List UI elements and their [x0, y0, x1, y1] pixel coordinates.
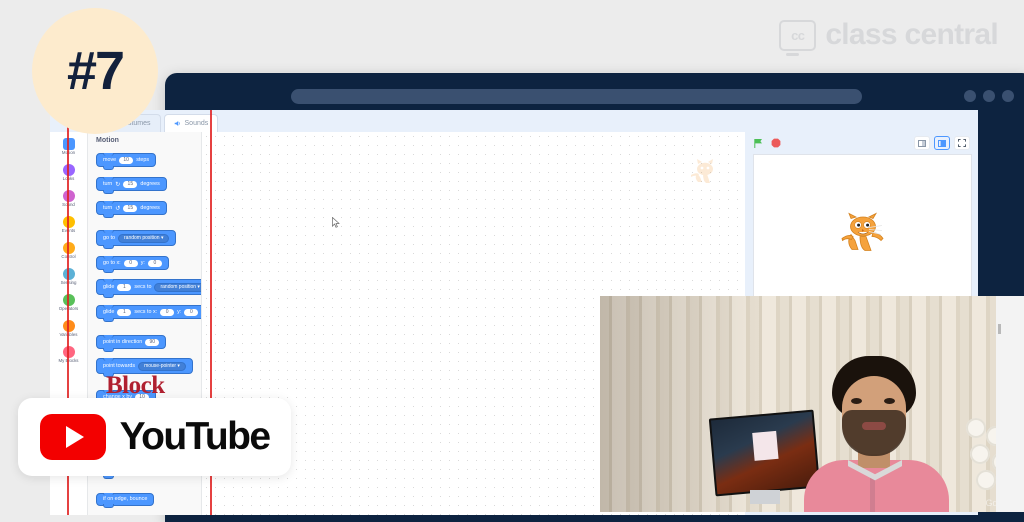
block-label: glide [103, 284, 115, 290]
block-label: degrees [140, 181, 160, 187]
block-number-input[interactable]: 15 [123, 180, 138, 188]
edge-nub [998, 324, 1001, 334]
tab-sounds-label: Sounds [184, 120, 209, 127]
window-controls[interactable] [964, 90, 1014, 102]
presenter-eye-right [884, 398, 895, 404]
block-number-input[interactable]: 0 [123, 259, 138, 267]
class-central-logo: cc class central [779, 18, 999, 56]
palette-block[interactable]: move 10 steps [96, 153, 157, 170]
block-label: y: [140, 260, 145, 266]
scratch-cat-sprite[interactable] [840, 212, 886, 261]
block-dropdown[interactable]: random position ▾ [154, 282, 201, 292]
block-label: point towards [103, 363, 136, 369]
rotation-icon: ↻ [115, 181, 121, 188]
editor-tabbar: Costumes Sounds [50, 110, 978, 132]
block-label: secs to x: [134, 309, 158, 315]
class-central-wordmark: class central [825, 18, 998, 51]
stage-controls [745, 132, 978, 154]
stage-canvas[interactable] [753, 154, 972, 319]
large-stage-button[interactable] [934, 136, 950, 150]
block-label: turn [103, 181, 113, 187]
window-dot-3[interactable] [1002, 90, 1014, 102]
episode-number-badge: #7 [32, 8, 158, 134]
block-dropdown[interactable]: random position ▾ [118, 233, 170, 243]
block-label: if on edge, bounce [103, 496, 148, 502]
block-dropdown[interactable]: mouse-pointer ▾ [138, 361, 186, 371]
block-number-input[interactable]: 0 [147, 259, 162, 267]
episode-number-text: #7 [66, 41, 125, 101]
presenter-beard [842, 410, 906, 456]
block-label: move [103, 157, 117, 163]
block-number-input[interactable]: 0 [184, 308, 199, 316]
block-number-input[interactable]: 90 [145, 338, 160, 346]
palette-block[interactable]: turn ↻ 15 degrees [96, 177, 167, 194]
play-triangle-icon [66, 426, 85, 448]
palette-heading: Motion [96, 137, 119, 144]
block-number-input[interactable]: 0 [160, 308, 175, 316]
block-label: steps [136, 157, 150, 163]
cc-mark-icon: cc [779, 19, 817, 56]
block-label: glide [103, 309, 115, 315]
youtube-badge[interactable]: YouTube [18, 398, 291, 476]
block-label: point in direction [103, 339, 143, 345]
fullscreen-button[interactable] [954, 136, 970, 150]
youtube-play-icon [39, 414, 106, 460]
mouse-cursor-icon [332, 217, 340, 228]
stage-size-buttons[interactable] [914, 136, 970, 150]
webcam-right-edge [996, 296, 1024, 512]
palette-block[interactable]: go to x: 0 y: 0 [96, 256, 169, 273]
cc-mark-text: cc [791, 27, 805, 43]
palette-block[interactable]: if on edge, bounce [96, 492, 155, 508]
monitor-note [752, 430, 779, 461]
window-dot-2[interactable] [983, 90, 995, 102]
presenter [796, 356, 956, 512]
palette-block[interactable]: point in direction 90 [96, 335, 167, 352]
small-stage-button[interactable] [914, 136, 930, 150]
block-label: degrees [140, 205, 160, 211]
window-dot-1[interactable] [964, 90, 976, 102]
monitor-stand [750, 490, 780, 504]
block-label: go to x: [103, 260, 121, 266]
shirt-placket [870, 476, 875, 512]
stop-sign-icon[interactable] [771, 138, 781, 148]
green-flag-icon[interactable] [753, 138, 764, 149]
block-number-input[interactable]: 1 [117, 308, 132, 316]
presenter-mouth [862, 422, 886, 430]
page-root: cc class central Costumes Sounds My Bloc… [0, 0, 1024, 522]
webcam-overlay: Gdetwy [600, 296, 1024, 512]
youtube-wordmark: YouTube [119, 415, 271, 458]
block-number-input[interactable]: 15 [123, 204, 138, 212]
presenter-eye-left [851, 398, 862, 404]
block-label: y: [177, 309, 182, 315]
palette-block[interactable]: glide 1 secs to random position ▾ [96, 279, 201, 298]
block-label: secs to [134, 284, 152, 290]
sound-icon [174, 121, 180, 126]
palette-block[interactable]: go to random position ▾ [96, 230, 177, 249]
annotation-block-text: Block [106, 372, 165, 399]
scratch-cat-watermark [689, 158, 719, 193]
rotation-icon: ↺ [115, 205, 121, 212]
url-bar[interactable] [291, 89, 862, 104]
block-number-input[interactable]: 10 [119, 156, 134, 164]
block-number-input[interactable]: 1 [117, 283, 132, 291]
palette-block[interactable]: glide 1 secs to x: 0 y: 0 [96, 305, 201, 322]
palette-block[interactable]: turn ↺ 15 degrees [96, 201, 167, 218]
block-label: turn [103, 205, 113, 211]
block-label: go to [103, 235, 115, 241]
palette-spacer [88, 511, 201, 516]
